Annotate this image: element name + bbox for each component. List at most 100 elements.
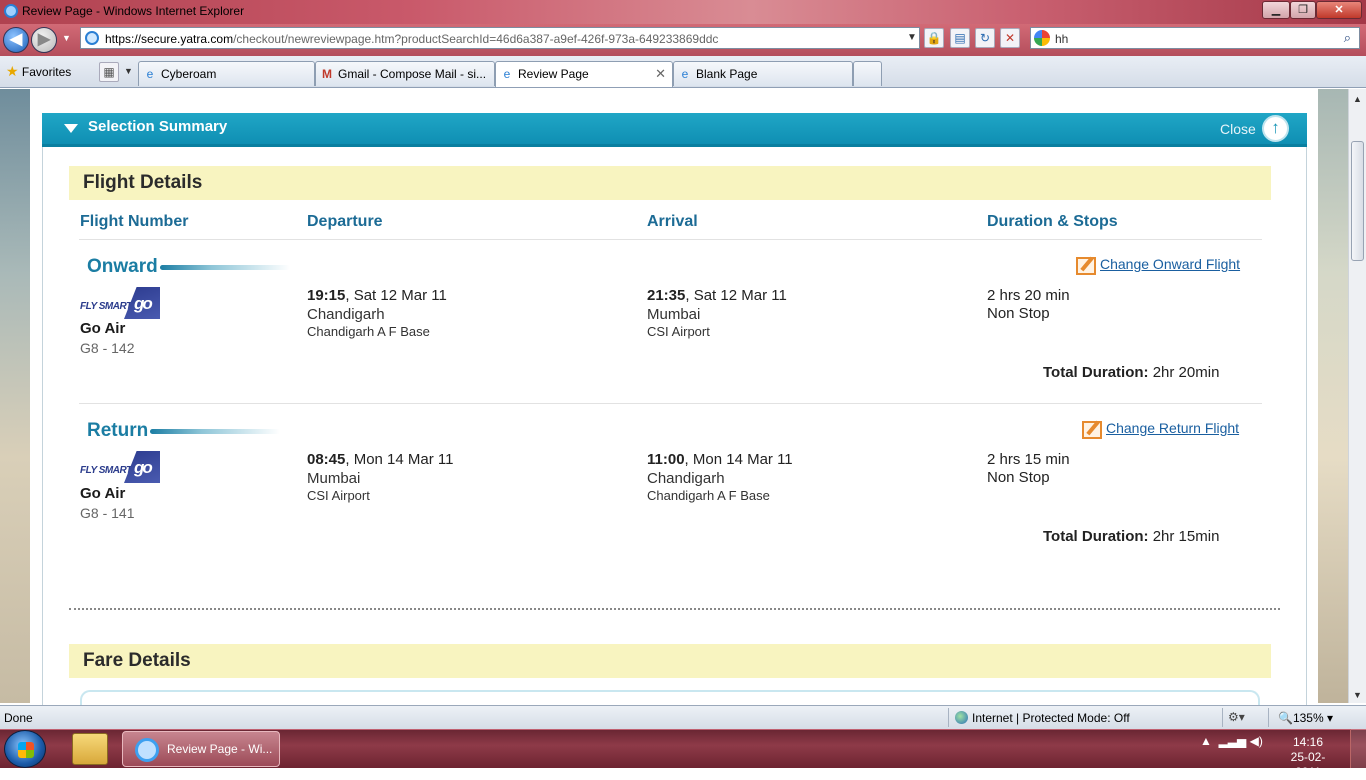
swoosh-decoration: [150, 429, 280, 434]
departure-city: Chandigarh: [307, 306, 385, 323]
col-duration-stops: Duration & Stops: [987, 213, 1118, 230]
back-button[interactable]: ◀: [3, 27, 29, 53]
ie-icon: [135, 738, 159, 762]
ie-icon: e: [146, 67, 154, 81]
scroll-thumb[interactable]: [1351, 141, 1364, 261]
selection-summary-header[interactable]: [42, 113, 1307, 147]
minimize-button[interactable]: ▁: [1262, 1, 1290, 19]
show-desktop-button[interactable]: [1350, 729, 1366, 768]
duration: 2 hrs 20 min: [987, 287, 1070, 304]
total-duration: Total Duration: 2hr 15min: [1043, 528, 1220, 545]
forward-button[interactable]: ▶: [31, 27, 57, 53]
col-flight-number: Flight Number: [80, 213, 189, 230]
close-link[interactable]: Close: [1220, 121, 1256, 137]
flight-number: G8 - 141: [80, 505, 135, 521]
address-url[interactable]: https://secure.yatra.com/checkout/newrev…: [105, 32, 718, 46]
status-bar: Done Internet | Protected Mode: Off ⚙▾ 🔍…: [0, 705, 1366, 729]
tab-cyberoam[interactable]: e Cyberoam: [138, 61, 315, 86]
search-box[interactable]: hh ⌕: [1030, 27, 1360, 49]
address-bar[interactable]: https://secure.yatra.com/checkout/newrev…: [80, 27, 920, 49]
col-arrival: Arrival: [647, 213, 698, 230]
close-up-icon[interactable]: ↑: [1262, 115, 1289, 142]
status-text: Done: [4, 711, 33, 725]
title-bar: Review Page - Windows Internet Explorer: [0, 0, 1366, 24]
close-window-button[interactable]: ✕: [1316, 1, 1362, 19]
windows-explorer-icon[interactable]: [72, 733, 108, 765]
gmail-icon: M: [322, 67, 332, 81]
goair-logo: FLY SMART go: [80, 451, 162, 483]
vertical-scrollbar[interactable]: ▲ ▼: [1348, 89, 1366, 703]
search-icon[interactable]: ⌕: [1344, 30, 1351, 46]
start-button[interactable]: [4, 730, 46, 768]
zoom-icon: 🔍: [1278, 711, 1293, 725]
recent-pages-dropdown-icon[interactable]: ▼: [62, 33, 71, 43]
windows-logo-icon: [18, 742, 34, 758]
arrival-airport: CSI Airport: [647, 324, 710, 339]
tab-list-dropdown-icon[interactable]: ▼: [124, 66, 133, 76]
page-icon: [85, 31, 99, 45]
search-input[interactable]: hh: [1055, 32, 1068, 46]
favorites-button[interactable]: ★ Favorites: [6, 63, 71, 80]
edit-icon[interactable]: [1082, 421, 1102, 439]
stop-icon[interactable]: ✕: [1000, 28, 1020, 48]
divider: [79, 403, 1262, 404]
lock-icon[interactable]: 🔒: [924, 28, 944, 48]
divider: [79, 239, 1262, 240]
maximize-button[interactable]: ❐: [1290, 1, 1316, 19]
ie-icon: e: [503, 67, 511, 81]
tab-review-page[interactable]: e Review Page ✕: [495, 61, 673, 87]
flight-details-header: Flight Details: [69, 166, 1271, 200]
tray-expand-icon: ▲: [1200, 734, 1212, 748]
arrival-city: Mumbai: [647, 306, 701, 323]
stops: Non Stop: [987, 469, 1050, 486]
window-title: Review Page - Windows Internet Explorer: [22, 4, 245, 18]
airline-name: Go Air: [80, 320, 126, 337]
scroll-down-icon[interactable]: ▼: [1353, 690, 1362, 700]
scroll-up-icon[interactable]: ▲: [1353, 94, 1362, 104]
gear-icon[interactable]: ⚙▾: [1228, 710, 1245, 724]
return-title: Return: [87, 420, 149, 441]
arrival-datetime: 11:00, Mon 14 Mar 11: [647, 451, 793, 468]
collapse-arrow-icon[interactable]: [64, 124, 78, 133]
edit-icon[interactable]: [1076, 257, 1096, 275]
signal-icon: ▂▃▅: [1218, 734, 1247, 748]
change-onward-flight-link[interactable]: Change Onward Flight: [1100, 256, 1240, 272]
new-tab-button[interactable]: [853, 61, 882, 86]
selection-summary-panel: [42, 113, 1307, 713]
arrival-datetime: 21:35, Sat 12 Mar 11: [647, 287, 787, 304]
star-icon: ★: [6, 63, 19, 79]
total-duration: Total Duration: 2hr 20min: [1043, 364, 1220, 381]
tab-gmail[interactable]: M Gmail - Compose Mail - si...: [315, 61, 495, 86]
zoom-level[interactable]: 🔍135% ▾: [1278, 711, 1333, 725]
tab-blank-page[interactable]: e Blank Page: [673, 61, 853, 86]
col-departure: Departure: [307, 213, 383, 230]
airline-name: Go Air: [80, 485, 126, 502]
ie-icon: [4, 4, 18, 18]
address-dropdown-icon[interactable]: ▼: [907, 32, 917, 43]
arrival-city: Chandigarh: [647, 470, 725, 487]
security-zone[interactable]: Internet | Protected Mode: Off: [955, 711, 1130, 725]
onward-title: Onward: [87, 256, 158, 277]
clock-date: 25-02-2011: [1290, 750, 1326, 779]
change-return-flight-link[interactable]: Change Return Flight: [1106, 420, 1239, 436]
close-tab-icon[interactable]: ✕: [655, 66, 666, 82]
refresh-icon[interactable]: ↻: [975, 28, 995, 48]
stops: Non Stop: [987, 305, 1050, 322]
arrival-airport: Chandigarh A F Base: [647, 488, 770, 503]
clock[interactable]: 14:16 25-02-2011: [1278, 735, 1338, 780]
taskbar-ie-button[interactable]: Review Page - Wi...: [122, 731, 280, 767]
speaker-icon: ◀): [1249, 734, 1263, 748]
flight-number: G8 - 142: [80, 340, 135, 356]
departure-city: Mumbai: [307, 470, 361, 487]
clock-time: 14:16: [1292, 735, 1324, 749]
departure-airport: CSI Airport: [307, 488, 370, 503]
compatibility-view-icon[interactable]: ▤: [950, 28, 970, 48]
duration: 2 hrs 15 min: [987, 451, 1070, 468]
globe-icon: [955, 711, 968, 724]
dotted-separator: [69, 608, 1280, 610]
goair-logo: FLY SMART go: [80, 287, 162, 319]
system-tray[interactable]: ▲ ▂▃▅ ◀): [1200, 734, 1263, 748]
panel-title[interactable]: Selection Summary: [88, 118, 227, 135]
departure-datetime: 08:45, Mon 14 Mar 11: [307, 451, 454, 468]
quick-tabs-icon[interactable]: ▦: [99, 62, 119, 82]
